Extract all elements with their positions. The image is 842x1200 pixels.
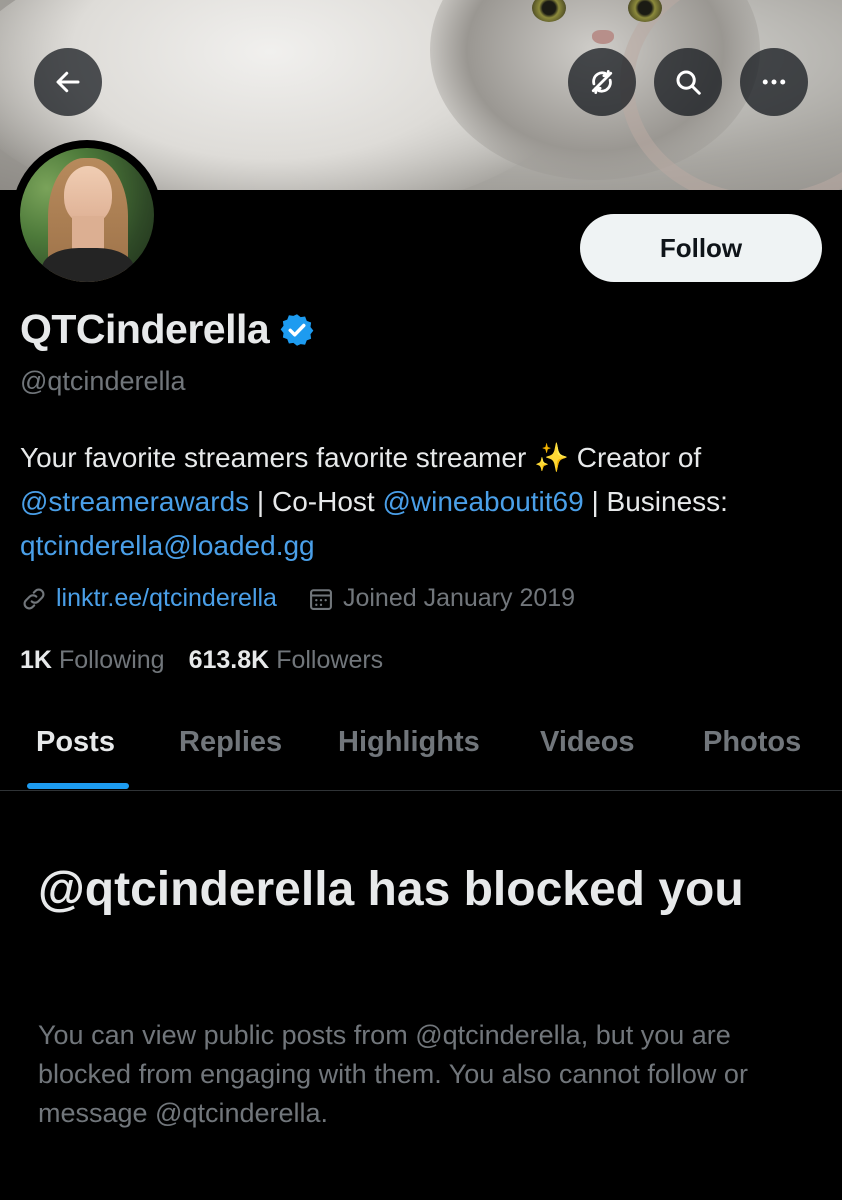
- tab-replies[interactable]: Replies: [179, 726, 282, 759]
- followers-count: 613.8K: [188, 646, 270, 674]
- bio-text: Creator of: [568, 442, 702, 473]
- bio-text: | Co-Host: [249, 486, 383, 517]
- link-icon: [23, 588, 45, 609]
- back-button[interactable]: [34, 48, 102, 116]
- banner-image-cat-nose: [592, 30, 614, 44]
- email-link[interactable]: qtcinderella@loaded.gg: [20, 530, 315, 561]
- mention-link[interactable]: @wineaboutit69: [382, 486, 583, 517]
- bio-text: | Business:: [583, 486, 728, 517]
- tab-highlights[interactable]: Highlights: [338, 726, 480, 759]
- refresh-crossed-icon: [591, 70, 613, 94]
- follow-button[interactable]: Follow: [580, 214, 822, 282]
- more-horizontal-icon: [762, 79, 786, 85]
- active-tab-indicator: [27, 783, 129, 789]
- joined-date: Joined January 2019: [342, 584, 576, 612]
- mention-link[interactable]: @streamerawards: [20, 486, 249, 517]
- website-link[interactable]: linktr.ee/qtcinderella: [56, 584, 277, 613]
- followers-stat[interactable]: 613.8K Followers: [189, 646, 384, 675]
- profile-tabs: Posts Replies Highlights Videos Photos: [0, 710, 842, 791]
- search-icon: [676, 70, 701, 95]
- more-options-button[interactable]: [740, 48, 808, 116]
- name-row: QTCinderella: [20, 306, 315, 353]
- avatar-neck: [72, 216, 104, 250]
- tab-photos[interactable]: Photos: [703, 726, 801, 759]
- search-button[interactable]: [654, 48, 722, 116]
- following-stat[interactable]: 1K Following: [20, 646, 165, 675]
- avatar[interactable]: [12, 140, 162, 290]
- followers-label: Followers: [276, 646, 384, 674]
- display-name: QTCinderella: [20, 306, 270, 352]
- translate-button[interactable]: [568, 48, 636, 116]
- bio-text: Your favorite streamers favorite streame…: [20, 442, 535, 473]
- tab-posts[interactable]: Posts: [36, 726, 115, 759]
- follow-stats: 1K Following 613.8K Followers: [20, 646, 407, 675]
- profile-meta: linktr.ee/qtcinderella Joined January 20…: [20, 584, 575, 613]
- following-label: Following: [58, 646, 165, 674]
- banner-image-rug: [620, 0, 842, 190]
- avatar-image: [20, 148, 154, 282]
- tab-videos[interactable]: Videos: [540, 726, 635, 759]
- arrow-left-icon: [56, 71, 80, 93]
- blocked-title: @qtcinderella has blocked you: [38, 863, 744, 916]
- verified-badge-icon[interactable]: [279, 312, 315, 348]
- bio: Your favorite streamers favorite streame…: [20, 436, 830, 568]
- avatar-shirt: [42, 248, 134, 282]
- sparkle-emoji: ✨: [534, 442, 569, 473]
- blocked-message: You can view public posts from @qtcinder…: [38, 1020, 748, 1128]
- handle: @qtcinderella: [20, 366, 186, 396]
- calendar-icon: [310, 588, 332, 610]
- following-count: 1K: [20, 646, 52, 674]
